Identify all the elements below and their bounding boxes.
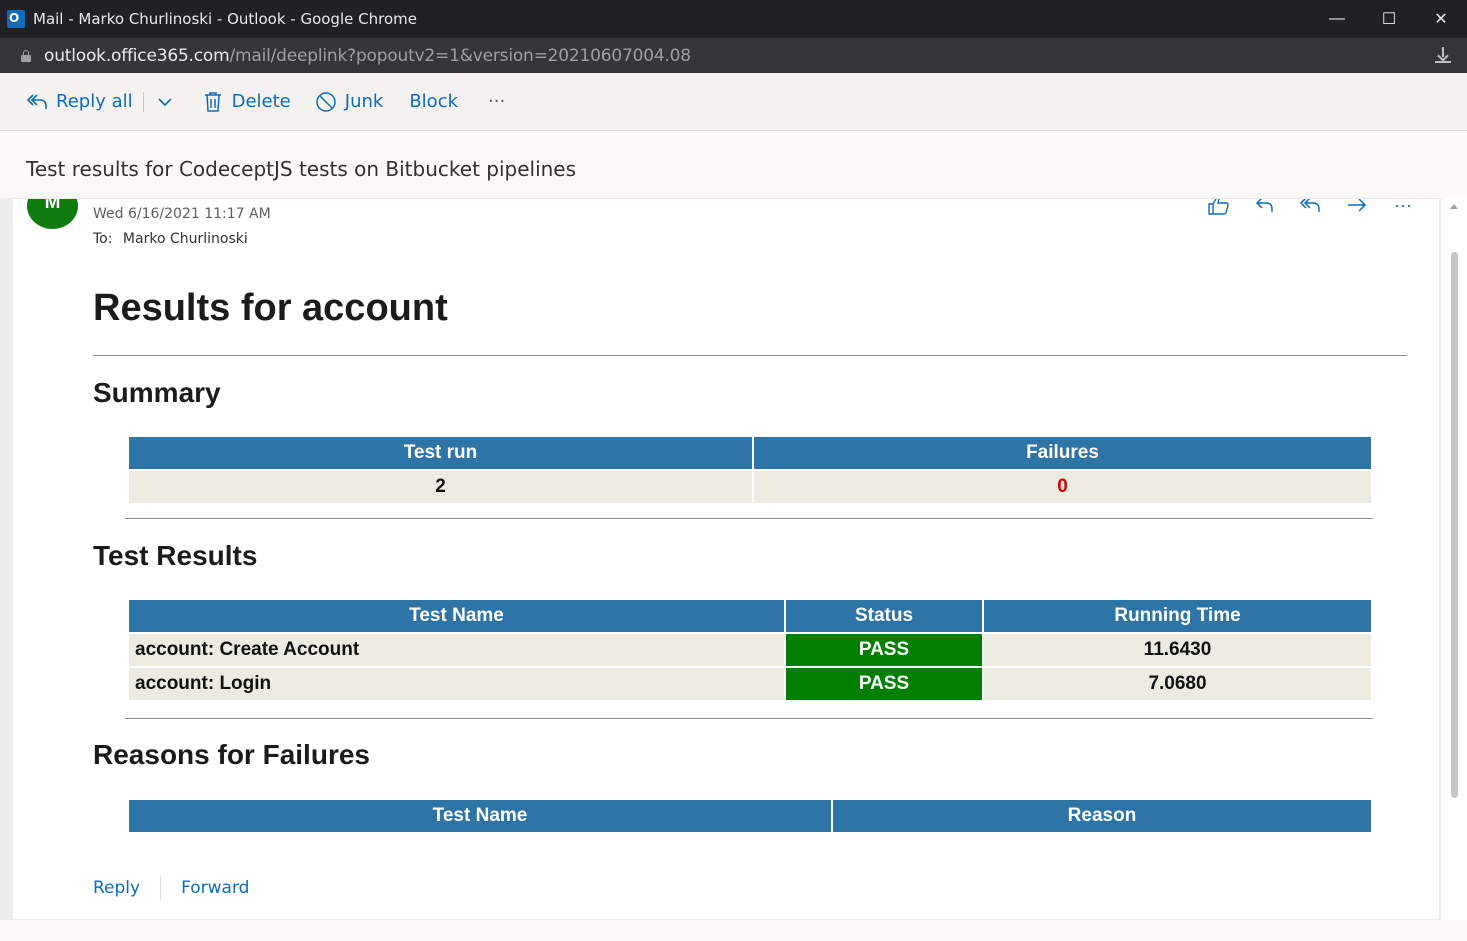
result-status-badge: PASS [786,634,982,668]
failures-header-reason: Reason [833,800,1371,834]
message-subject: Test results for CodeceptJS tests on Bit… [26,157,577,181]
table-row: account: Login PASS 7.0680 [129,668,1371,702]
message-actions: ··· [1205,198,1417,217]
scroll-thumb[interactable] [1451,252,1458,798]
results-header-status: Status [786,600,982,634]
subject-bar: Test results for CodeceptJS tests on Bit… [0,131,1467,198]
reply-link[interactable]: Reply [93,878,140,898]
table-row: account: Create Account PASS 11.6430 [129,634,1371,668]
delete-button[interactable]: Delete [202,91,291,113]
maximize-button[interactable]: ☐ [1363,0,1415,38]
result-test-name: account: Create Account [129,634,784,668]
summary-table: Test run Failures 2 0 [127,437,1373,505]
more-actions-button[interactable]: ··· [488,91,505,112]
chevron-down-icon [154,91,176,113]
reply-all-button[interactable]: Reply all [26,91,133,113]
forward-link[interactable]: Forward [181,878,249,898]
table-row: 2 0 [129,471,1371,505]
message-card: M Wed 6/16/2021 11:17 AM To: Marko Churl… [12,198,1440,920]
message-more-button[interactable]: ··· [1389,198,1417,217]
results-divider [125,718,1373,719]
reply-all-icon [26,91,48,113]
message-date: Wed 6/16/2021 11:17 AM [93,206,271,222]
delete-label: Delete [231,91,291,112]
result-test-name: account: Login [129,668,784,702]
recipient-line: To: Marko Churlinoski [93,231,248,247]
summary-header-failures: Failures [754,437,1371,471]
reply-links: Reply Forward [93,875,249,901]
failures-heading: Reasons for Failures [93,739,370,770]
to-label: To: [93,231,113,247]
window-titlebar: Mail - Marko Churlinoski - Outlook - Goo… [0,0,1467,38]
summary-divider [125,518,1373,519]
arrow-right-icon [1348,199,1367,212]
reply-button[interactable] [1251,199,1279,217]
minimize-button[interactable]: — [1311,0,1363,38]
reply-all-label: Reply all [56,91,133,112]
message-toolbar: Reply all Delete Junk Block ··· [0,73,1467,131]
test-results-heading: Test Results [93,540,258,571]
block-button[interactable]: Block [409,91,458,112]
window-controls: — ☐ ✕ [1311,0,1467,38]
recipient-name[interactable]: Marko Churlinoski [123,231,248,247]
block-circle-icon [315,91,337,113]
message-scrollbar[interactable] [1441,198,1467,920]
window-title: Mail - Marko Churlinoski - Outlook - Goo… [33,10,417,28]
scroll-up-arrow-icon[interactable] [1450,204,1458,209]
results-header-running-time: Running Time [984,600,1371,634]
summary-failures-value: 0 [754,471,1371,505]
reply-icon [1255,199,1273,212]
failures-header-test-name: Test Name [129,800,831,834]
reply-options-chevron[interactable] [154,91,176,113]
url-path: /mail/deeplink?popoutv2=1&version=202106… [229,45,691,66]
close-button[interactable]: ✕ [1415,0,1467,38]
toolbar-divider [142,91,144,112]
title-divider [93,355,1407,356]
summary-test-run-value: 2 [129,471,752,505]
url-host: outlook.office365.com [44,45,230,66]
forward-button[interactable] [1343,199,1371,217]
url-text[interactable]: outlook.office365.com/mail/deeplink?popo… [44,46,691,66]
window-bottom-edge [0,920,1467,941]
block-label: Block [409,91,459,112]
junk-button[interactable]: Junk [315,91,384,113]
failures-table: Test Name Reason [127,800,1373,834]
result-running-time: 11.6430 [984,634,1371,668]
thumbs-up-icon [1208,199,1229,215]
address-bar[interactable]: outlook.office365.com/mail/deeplink?popo… [0,38,1467,73]
summary-heading: Summary [93,377,221,408]
result-running-time: 7.0680 [984,668,1371,702]
lock-icon[interactable] [21,49,31,62]
sender-avatar[interactable]: M [27,199,78,229]
results-title: Results for account [93,287,448,329]
like-button[interactable] [1205,199,1233,217]
more-icon: ··· [1394,198,1412,215]
trash-icon [202,91,224,113]
junk-label: Junk [344,91,384,112]
outlook-app-icon [7,10,25,28]
email-body: Results for account Summary Test run Fai… [93,283,1407,834]
test-results-table: Test Name Status Running Time account: C… [127,600,1373,702]
reply-all-action-button[interactable] [1297,199,1325,217]
result-status-badge: PASS [786,668,982,702]
summary-header-test-run: Test run [129,437,752,471]
more-icon: ··· [488,91,506,112]
install-app-icon[interactable] [1435,47,1451,63]
results-header-test-name: Test Name [129,600,784,634]
reply-all-icon [1299,199,1320,212]
reply-links-divider [160,875,162,901]
